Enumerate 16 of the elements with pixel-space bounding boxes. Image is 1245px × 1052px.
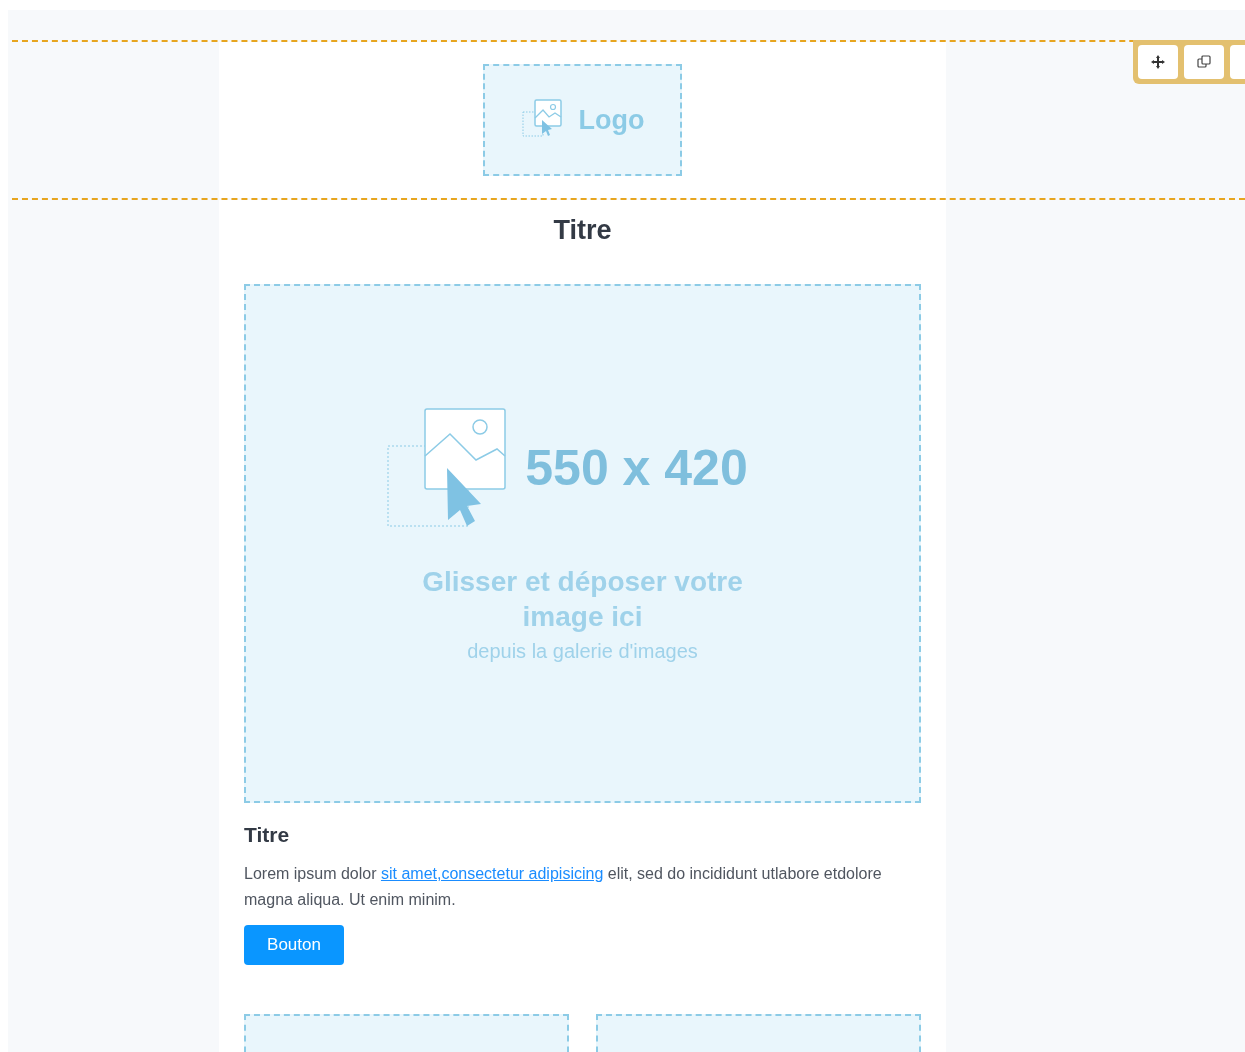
text-link[interactable]: sit amet,consectetur adipisicing	[380, 865, 604, 882]
move-button[interactable]	[1138, 45, 1178, 79]
article-text: Lorem ipsum dolor sit amet,consectetur adipisicing elit, sed do incididunt utlabore etdolore magna aliqua. Ut enim minim.	[244, 864, 883, 910]
move-icon	[1150, 54, 1166, 70]
heading: Titre	[552, 214, 613, 246]
article-title: Titre	[244, 823, 291, 847]
duplicate-icon	[1196, 54, 1212, 70]
duplicate-button[interactable]	[1184, 45, 1224, 79]
image-size-label: 550 x 420	[525, 439, 748, 497]
drop-caption: Glisser et déposer votre image ici	[421, 565, 744, 634]
logo-label: Logo	[578, 104, 645, 136]
cta-button[interactable]: Bouton	[244, 925, 344, 965]
image-drop-icon	[387, 408, 508, 528]
logo-placeholder[interactable]: Logo	[483, 64, 682, 176]
drop-subcaption: depuis la galerie d'images	[467, 640, 698, 663]
image-drop-zone[interactable]: 550 x 420 Glisser et déposer votre image ici depuis la galerie d'images	[244, 284, 921, 803]
